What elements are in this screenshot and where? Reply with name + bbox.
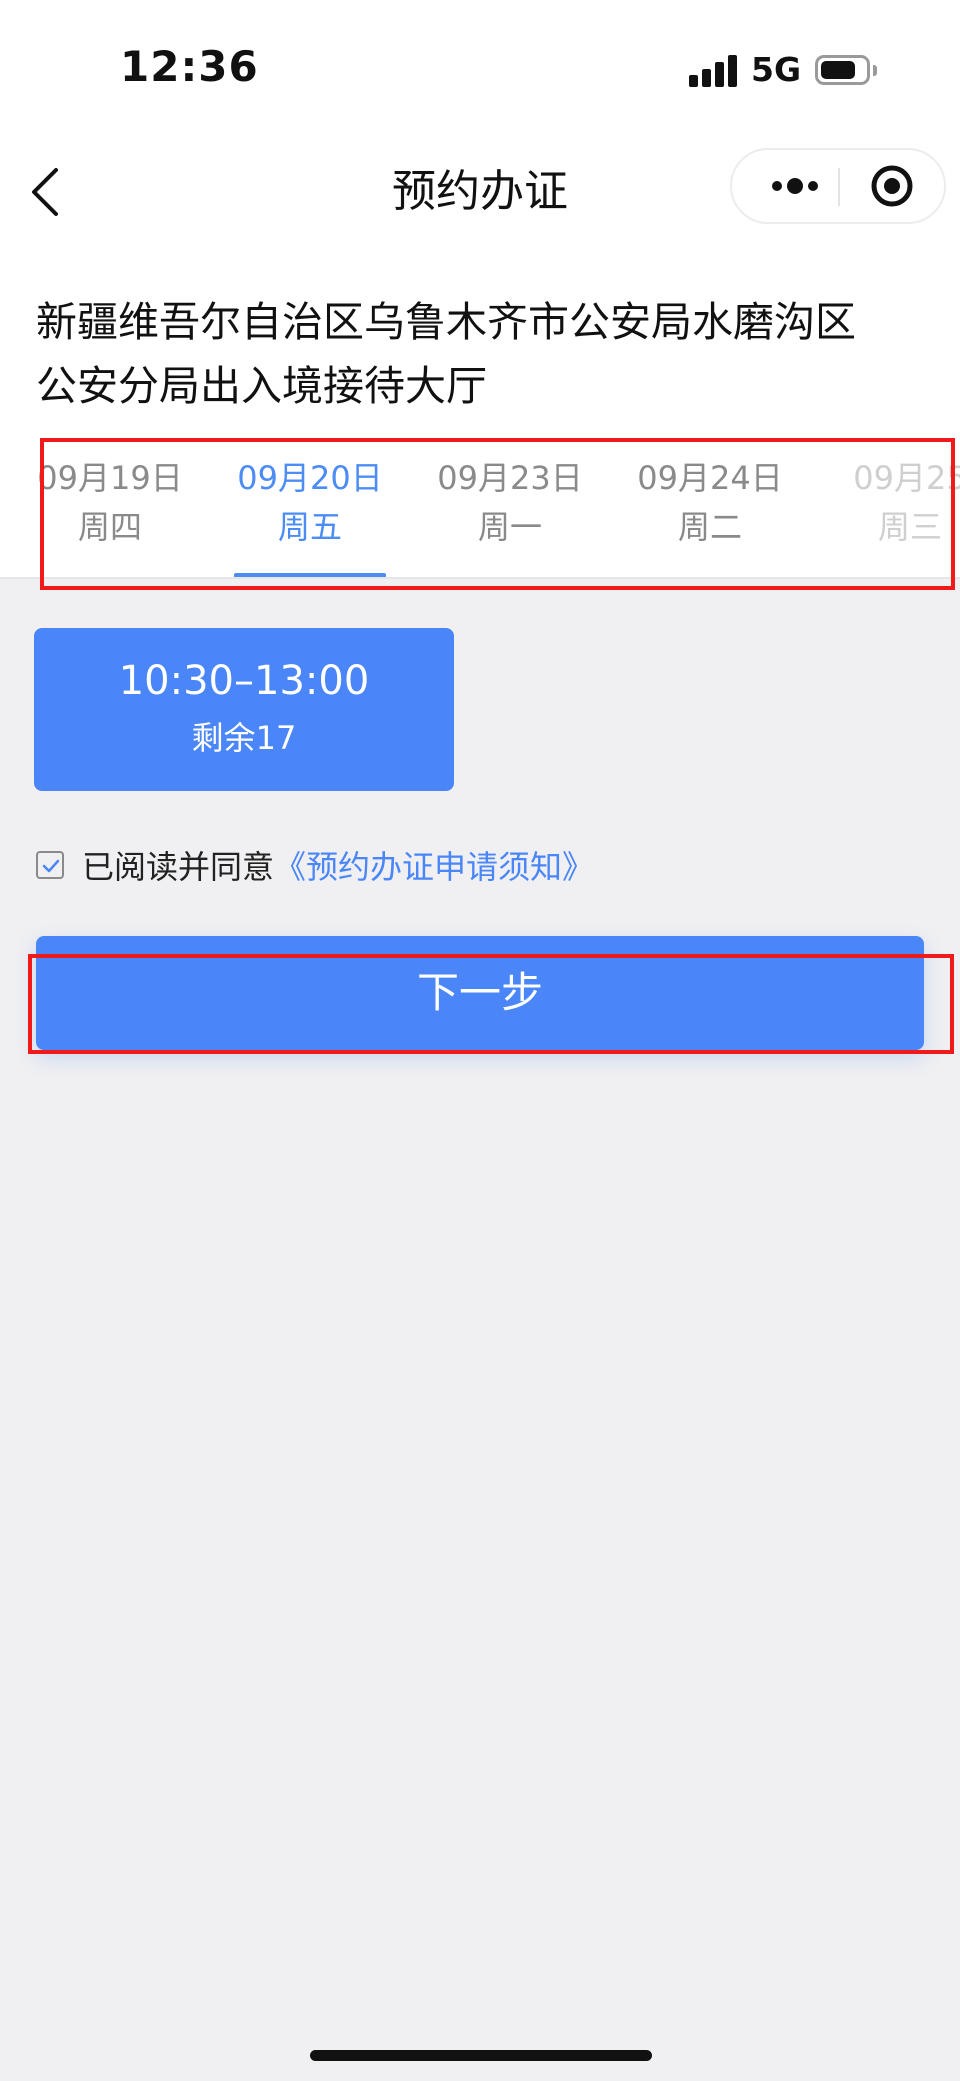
- time-slot-card[interactable]: 10:30–13:00 剩余17: [34, 628, 454, 791]
- date-tab-weekday: 周二: [677, 508, 742, 546]
- agreement-text: 已阅读并同意: [82, 848, 275, 886]
- battery-icon: [815, 55, 870, 85]
- slot-remaining: 剩余17: [191, 719, 297, 757]
- home-indicator: [310, 2050, 652, 2061]
- office-name: 新疆维吾尔自治区乌鲁木齐市公安局水磨沟区 公安分局出入境接待大厅: [36, 290, 926, 418]
- next-button[interactable]: 下一步: [36, 936, 924, 1050]
- mini-program-capsule: [730, 148, 946, 224]
- date-tab-date: 09月19日: [37, 459, 183, 497]
- date-tab[interactable]: 09月25 周三: [810, 454, 960, 552]
- target-circle-icon: [871, 165, 913, 207]
- more-dots-icon: [772, 178, 818, 194]
- date-tabs: 09月19日 周四 09月20日 周五 09月23日 周一 09月24日 周二 …: [0, 440, 960, 578]
- date-tab-weekday: 周三: [877, 508, 942, 546]
- date-tab-weekday: 周一: [477, 508, 542, 546]
- agreement-checkbox[interactable]: [36, 851, 64, 879]
- date-tab-weekday: 周五: [277, 508, 342, 546]
- signal-bars-icon: [689, 55, 739, 87]
- close-button[interactable]: [868, 162, 916, 210]
- more-button[interactable]: [760, 150, 830, 222]
- agreement-link[interactable]: 《预约办证申请须知》: [274, 842, 594, 888]
- agreement-row: 已阅读并同意 《预约办证申请须知》: [36, 843, 594, 887]
- date-tab[interactable]: 09月23日 周一: [410, 454, 610, 552]
- screen: 12:36 5G 预约办证 新疆维吾尔自治区乌鲁木齐市公安局水磨沟区 公安分局出…: [0, 0, 960, 2081]
- battery-tip: [873, 65, 877, 76]
- date-tab-active[interactable]: 09月20日 周五: [210, 454, 410, 552]
- date-tab-date: 09月25: [853, 459, 960, 497]
- capsule-divider: [838, 168, 840, 206]
- office-name-line2: 公安分局出入境接待大厅: [36, 362, 487, 410]
- office-name-line1: 新疆维吾尔自治区乌鲁木齐市公安局水磨沟区: [36, 298, 856, 346]
- date-tab-date: 09月24日: [637, 459, 783, 497]
- date-tab-date: 09月23日: [437, 459, 583, 497]
- date-tab[interactable]: 09月19日 周四: [10, 454, 210, 552]
- network-label: 5G: [751, 50, 802, 89]
- slot-time: 10:30–13:00: [118, 658, 370, 704]
- date-tab[interactable]: 09月24日 周二: [610, 454, 810, 552]
- tabs-divider: [0, 577, 960, 579]
- status-time: 12:36: [120, 42, 259, 91]
- date-tab-weekday: 周四: [77, 508, 142, 546]
- date-tab-date: 09月20日: [237, 459, 383, 497]
- checkmark-icon: [42, 859, 60, 873]
